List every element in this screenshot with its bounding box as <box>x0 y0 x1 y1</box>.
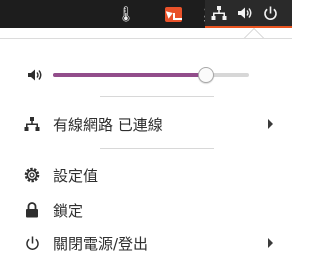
volume-control <box>0 59 292 89</box>
volume-slider[interactable] <box>53 67 249 83</box>
chevron-right-icon <box>268 119 273 129</box>
menu-item-label: 關閉電源/登出 <box>53 235 149 253</box>
settings-icon <box>24 167 40 183</box>
menu-item-wired-network[interactable]: 有線網路 已連線 <box>0 110 292 138</box>
app-indicator-icon[interactable] <box>163 0 183 28</box>
thermometer-icon[interactable]: 🌡 <box>116 0 135 28</box>
menu-item-label: 有線網路 已連線 <box>53 116 163 134</box>
menu-item-lock[interactable]: 鎖定 <box>0 196 292 224</box>
volume-slider-handle[interactable] <box>197 67 214 83</box>
menu-item-label: 設定值 <box>53 167 99 185</box>
menu-item-label: 鎖定 <box>53 202 84 220</box>
volume-icon <box>27 67 43 86</box>
separator <box>100 148 214 149</box>
volume-slider-fill <box>53 73 206 77</box>
power-icon <box>263 6 278 21</box>
menu-item-power-off-logout[interactable]: 關閉電源/登出 <box>0 229 292 257</box>
separator <box>100 96 214 97</box>
volume-icon <box>237 6 253 20</box>
system-menu: 有線網路 已連線 設定值 鎖定 關閉電源/登出 <box>0 38 292 276</box>
network-wired-icon <box>211 6 227 20</box>
menu-item-settings[interactable]: 設定值 <box>0 161 292 189</box>
power-icon <box>24 235 40 251</box>
lock-icon <box>24 202 40 218</box>
system-status-area[interactable] <box>205 0 292 28</box>
network-wired-icon <box>24 116 40 132</box>
top-bar: 🌡 英 <box>0 0 292 28</box>
chevron-right-icon <box>268 238 273 248</box>
